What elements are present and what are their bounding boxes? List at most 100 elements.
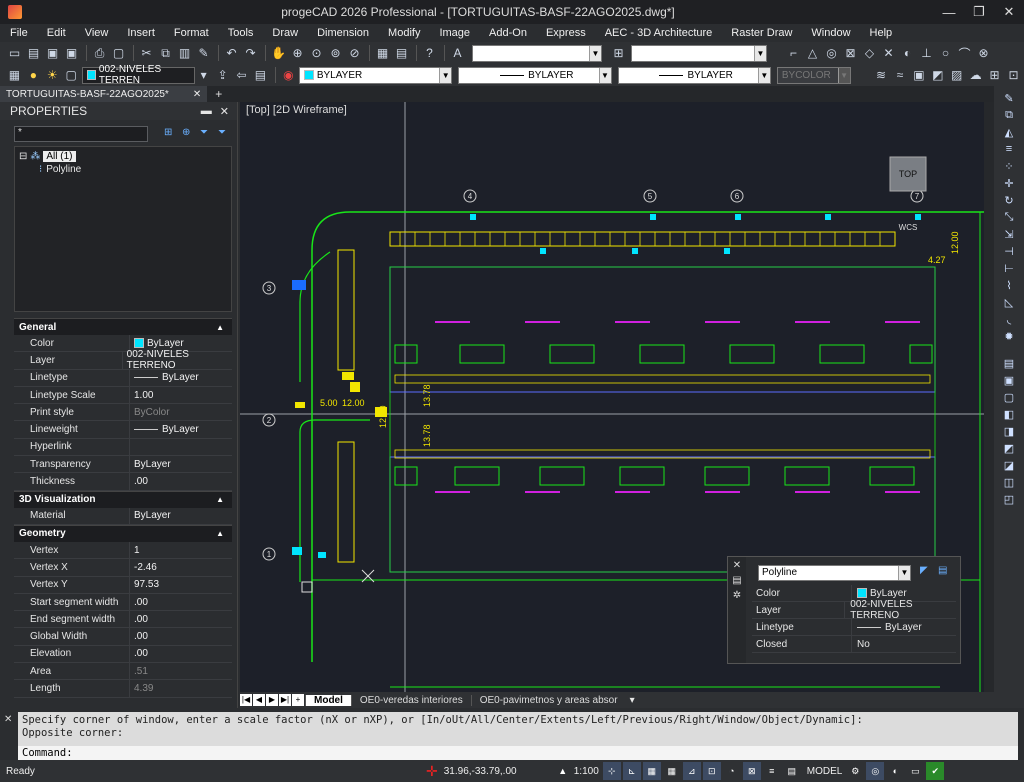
draworder-icon[interactable]: ▤ bbox=[994, 357, 1024, 374]
property-row[interactable]: Start segment width .00 bbox=[14, 593, 232, 612]
break-icon[interactable]: ⌇ bbox=[994, 279, 1024, 296]
layer-states-icon[interactable]: ▤ bbox=[252, 67, 269, 84]
group-icon[interactable]: ▣ bbox=[994, 374, 1024, 391]
property-row[interactable]: Hyperlink bbox=[14, 438, 232, 457]
chevron-up-icon[interactable]: ▲ bbox=[216, 529, 224, 538]
mirror-icon[interactable]: ◭ bbox=[994, 126, 1024, 143]
ungroup-icon[interactable]: ▢ bbox=[994, 391, 1024, 408]
next-tab-icon[interactable]: ▶ bbox=[266, 694, 278, 706]
move-icon[interactable]: ✛ bbox=[994, 177, 1024, 194]
fillet-icon[interactable]: ◟ bbox=[994, 313, 1024, 330]
property-value[interactable]: 4.39 bbox=[130, 683, 153, 694]
menu-icon[interactable]: ▤ bbox=[728, 575, 746, 586]
layer-on-icon[interactable]: ● bbox=[25, 67, 42, 84]
layer-thaw-icon[interactable]: ☀ bbox=[44, 67, 61, 84]
quick-property-value[interactable]: ByLayer bbox=[852, 622, 922, 633]
divide-icon[interactable]: ◰ bbox=[994, 493, 1024, 510]
measure-icon[interactable]: ◫ bbox=[994, 476, 1024, 493]
property-value[interactable]: -2.46 bbox=[130, 562, 157, 573]
snap-intersection-icon[interactable]: ✕ bbox=[880, 45, 897, 62]
menu-insert[interactable]: Insert bbox=[127, 27, 155, 39]
last-tab-icon[interactable]: ▶| bbox=[279, 694, 291, 706]
tab-model[interactable]: Model bbox=[305, 694, 351, 706]
property-row[interactable]: Material ByLayer bbox=[14, 507, 232, 525]
section-header[interactable]: Geometry ▲ bbox=[14, 524, 232, 542]
property-value[interactable]: 97.53 bbox=[130, 579, 159, 590]
print-preview-icon[interactable]: ▢ bbox=[110, 45, 127, 62]
zoom-window-icon[interactable]: ⊙ bbox=[308, 45, 325, 62]
print-icon[interactable]: ⎙ bbox=[91, 45, 108, 62]
property-value[interactable]: .00 bbox=[130, 476, 148, 487]
snap-endpoint-icon[interactable]: ⌐ bbox=[785, 45, 802, 62]
scale-icon[interactable]: ⤡ bbox=[994, 211, 1024, 228]
match-properties-icon[interactable]: ✎ bbox=[195, 45, 212, 62]
workspace-gear-icon[interactable]: ⚙ bbox=[846, 762, 865, 780]
property-row[interactable]: Vertex 1 bbox=[14, 541, 232, 560]
property-row[interactable]: Lineweight ByLayer bbox=[14, 421, 232, 439]
property-row[interactable]: Elevation .00 bbox=[14, 645, 232, 664]
lineweight-combo[interactable]: BYLAYER ▼ bbox=[617, 66, 771, 84]
redo-icon[interactable]: ↷ bbox=[242, 45, 259, 62]
close-panel-icon[interactable]: ✕ bbox=[220, 105, 229, 118]
snap-insertion-icon[interactable]: ◐ bbox=[899, 45, 916, 62]
add-layout-icon[interactable]: + bbox=[292, 694, 304, 706]
color-combo[interactable]: BYLAYER ▼ bbox=[298, 66, 453, 84]
property-row[interactable]: Global Width .00 bbox=[14, 628, 232, 646]
quick-select-icon[interactable]: ⊕ bbox=[182, 127, 196, 141]
section-header[interactable]: 3D Visualization ▲ bbox=[14, 490, 232, 508]
dynamic-input-icon[interactable]: ⊡ bbox=[702, 762, 721, 780]
property-value[interactable]: ByLayer bbox=[130, 424, 199, 435]
property-value[interactable]: ByLayer bbox=[130, 510, 171, 521]
close-command-icon[interactable]: ✕ bbox=[4, 714, 12, 725]
quick-property-value[interactable]: No bbox=[852, 639, 870, 650]
snap-midpoint-icon[interactable]: △ bbox=[804, 45, 821, 62]
menu-aec[interactable]: AEC - 3D Architecture bbox=[605, 27, 713, 39]
property-value[interactable]: .00 bbox=[130, 614, 148, 625]
save-as-icon[interactable]: ▣ bbox=[63, 45, 80, 62]
chevron-up-icon[interactable]: ▲ bbox=[216, 323, 224, 332]
object-type-combo[interactable]: Polyline ▼ bbox=[758, 565, 911, 581]
properties-filter-input[interactable]: * bbox=[14, 126, 148, 142]
minimize-button[interactable]: — bbox=[934, 5, 964, 20]
tab-pavimentos[interactable]: OE0-pavimetnos y areas absor bbox=[470, 694, 626, 706]
menu-draw[interactable]: Draw bbox=[272, 27, 298, 39]
property-row[interactable]: Area .51 bbox=[14, 663, 232, 681]
snap-clear-icon[interactable]: ⊗ bbox=[975, 45, 992, 62]
property-row[interactable]: Transparency ByLayer bbox=[14, 456, 232, 474]
menu-raster-draw[interactable]: Raster Draw bbox=[731, 27, 792, 39]
menu-tools[interactable]: Tools bbox=[228, 27, 254, 39]
attribute-icon[interactable]: ⊡ bbox=[1005, 67, 1022, 84]
help-icon[interactable]: ? bbox=[421, 45, 438, 62]
property-value[interactable]: ByColor bbox=[130, 407, 170, 418]
open-file-icon[interactable]: ▤ bbox=[25, 45, 42, 62]
cut-icon[interactable]: ✂ bbox=[138, 45, 155, 62]
ok-status-icon[interactable]: ✔ bbox=[926, 762, 945, 780]
property-row[interactable]: Linetype Scale 1.00 bbox=[14, 386, 232, 405]
isolate-icon[interactable]: ◐ bbox=[886, 762, 905, 780]
copy-icon[interactable]: ⧉ bbox=[157, 45, 174, 62]
collapse-icon[interactable]: ⊟ bbox=[19, 151, 27, 162]
select-filter-icon[interactable]: ⏷ bbox=[200, 127, 214, 141]
dimstyle-combo[interactable]: ▼ bbox=[631, 44, 767, 62]
layer-lock-icon[interactable]: ▢ bbox=[63, 67, 80, 84]
table-icon[interactable]: ⊞ bbox=[986, 67, 1003, 84]
erase-icon[interactable]: ✎ bbox=[994, 92, 1024, 109]
new-file-icon[interactable]: ▭ bbox=[6, 45, 23, 62]
layer-combo[interactable]: 002-NIVELES TERREN bbox=[81, 64, 196, 86]
snap-nearest-icon[interactable]: ⌒ bbox=[956, 45, 973, 62]
property-row[interactable]: Vertex Y 97.53 bbox=[14, 576, 232, 594]
array-icon[interactable]: ⁘ bbox=[994, 160, 1024, 177]
menu-file[interactable]: File bbox=[10, 27, 28, 39]
customize-icon[interactable]: ◤ bbox=[920, 565, 934, 579]
vertical-scrollbar[interactable] bbox=[984, 102, 994, 692]
layers-icon[interactable]: ▦ bbox=[374, 45, 391, 62]
menu-help[interactable]: Help bbox=[870, 27, 893, 39]
otrack-icon[interactable]: ◔ bbox=[722, 762, 741, 780]
chamfer-icon[interactable]: ◺ bbox=[994, 296, 1024, 313]
tab-veredas[interactable]: OE0-veredas interiores bbox=[350, 694, 471, 706]
pan-icon[interactable]: ✋ bbox=[270, 45, 287, 62]
pickadd-icon[interactable]: ⏷ bbox=[218, 127, 232, 141]
linetype-combo[interactable]: BYLAYER ▼ bbox=[458, 66, 612, 84]
property-row[interactable]: Vertex X -2.46 bbox=[14, 559, 232, 577]
annotation-icon[interactable]: ▲ bbox=[553, 762, 572, 780]
